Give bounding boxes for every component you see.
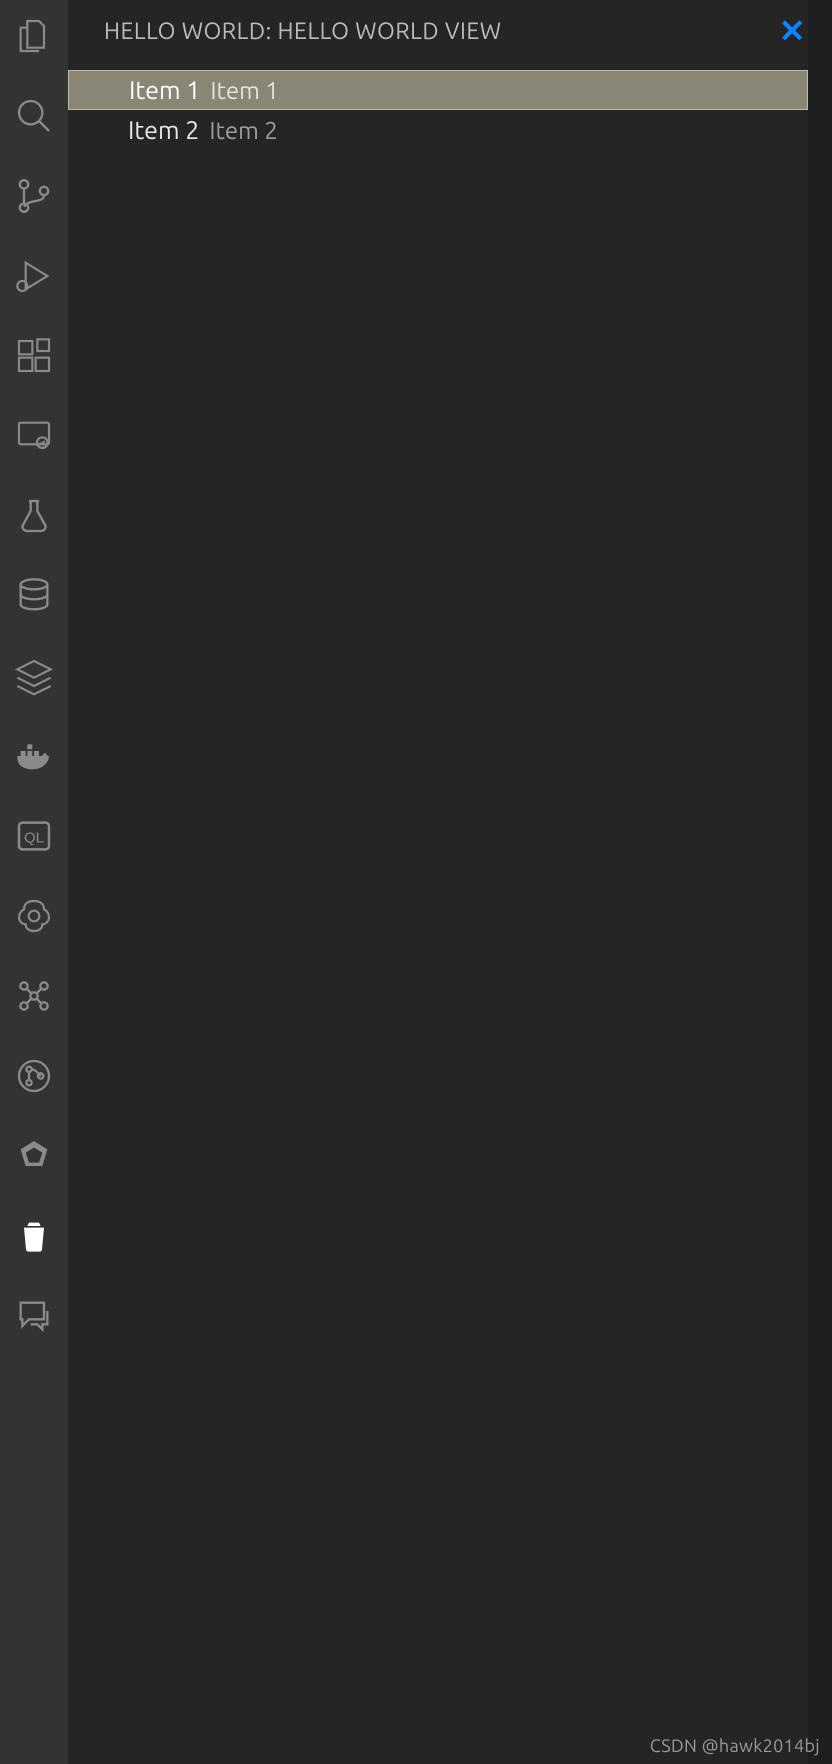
layers-icon[interactable] <box>12 654 56 698</box>
tree-item[interactable]: Item 1 Item 1 <box>68 70 808 110</box>
tree-item-description: Item 1 <box>210 77 279 104</box>
graph-icon[interactable] <box>12 974 56 1018</box>
trash-icon[interactable] <box>12 1214 56 1258</box>
remote-explorer-icon[interactable] <box>12 414 56 458</box>
testing-icon[interactable] <box>12 494 56 538</box>
svg-text:QL: QL <box>24 830 44 847</box>
run-debug-icon[interactable] <box>12 254 56 298</box>
activity-bar: QL <box>0 0 68 1764</box>
explorer-icon[interactable] <box>12 14 56 58</box>
search-icon[interactable] <box>12 94 56 138</box>
tree-view: Item 1 Item 1 Item 2 Item 2 <box>68 70 808 150</box>
tree-item-label: Item 2 <box>128 116 199 144</box>
graphql-icon[interactable]: QL <box>12 814 56 858</box>
polygon-icon[interactable] <box>12 1134 56 1178</box>
tree-item-label: Item 1 <box>129 76 200 104</box>
watermark-text: CSDN @hawk2014bj <box>650 1736 820 1756</box>
extensions-icon[interactable] <box>12 334 56 378</box>
tree-item-description: Item 2 <box>209 117 278 144</box>
git-graph-icon[interactable] <box>12 1054 56 1098</box>
database-icon[interactable] <box>12 574 56 618</box>
tree-item[interactable]: Item 2 Item 2 <box>68 110 808 150</box>
comments-icon[interactable] <box>12 1294 56 1338</box>
source-control-icon[interactable] <box>12 174 56 218</box>
sidebar-header: HELLO WORLD: HELLO WORLD VIEW ✕ <box>68 0 808 62</box>
docker-icon[interactable] <box>12 734 56 778</box>
sidebar-panel: HELLO WORLD: HELLO WORLD VIEW ✕ Item 1 I… <box>68 0 832 1764</box>
close-icon[interactable]: ✕ <box>779 15 806 47</box>
sidebar-title: HELLO WORLD: HELLO WORLD VIEW <box>104 19 502 44</box>
openai-icon[interactable] <box>12 894 56 938</box>
